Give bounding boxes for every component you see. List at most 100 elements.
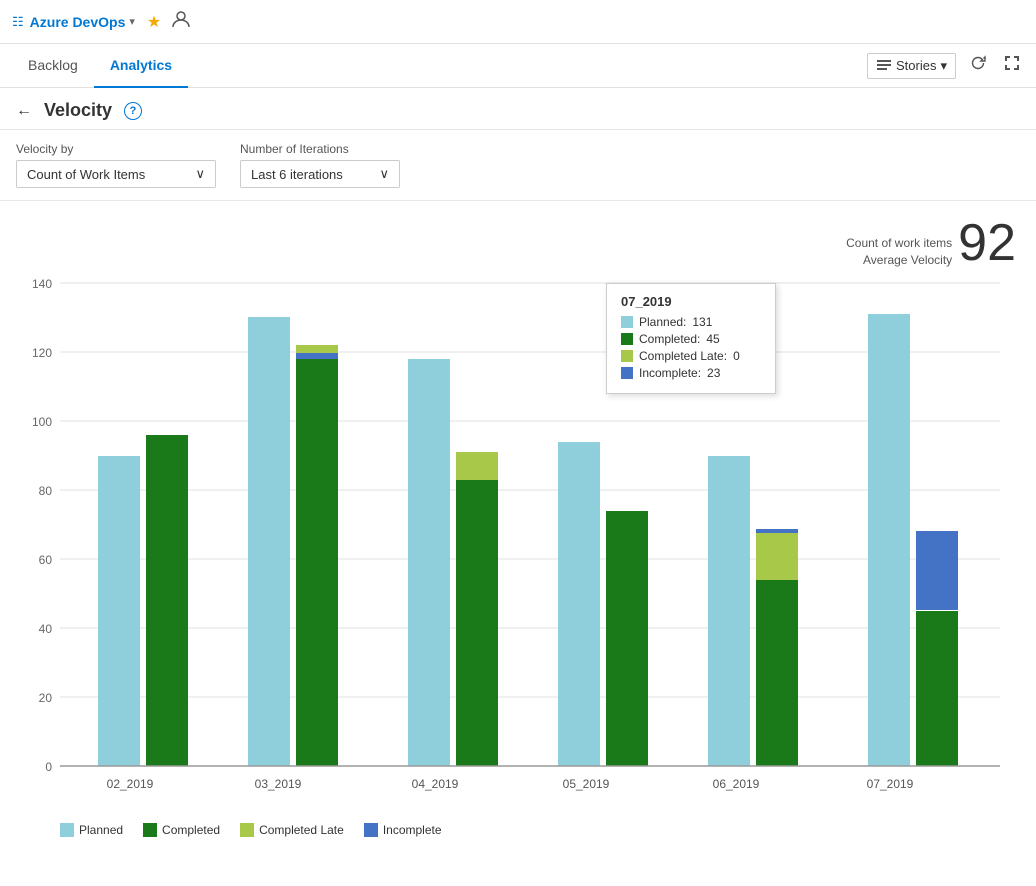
stories-button[interactable]: Stories ▾ [867,53,956,79]
velocity-by-value: Count of Work Items [27,167,145,182]
bar-incomplete-03_2019[interactable] [296,352,338,359]
tooltip-completed-row: Completed: 45 [621,332,761,346]
bar-completed-late-03_2019[interactable] [296,345,338,353]
fullscreen-icon [1004,55,1020,71]
svg-text:05_2019: 05_2019 [563,777,610,791]
tooltip-incomplete-val: 23 [707,366,720,380]
svg-text:20: 20 [39,691,53,705]
iterations-select[interactable]: Last 6 iterations ∨ [240,160,400,188]
chart-legend: Planned Completed Completed Late Incompl… [0,813,1036,849]
nav-tabs: Backlog Analytics Stories ▾ [0,44,1036,88]
refresh-button[interactable] [966,51,990,80]
svg-text:0: 0 [45,760,52,774]
iterations-filter: Number of Iterations Last 6 iterations ∨ [240,142,400,188]
svg-text:04_2019: 04_2019 [412,777,459,791]
bar-incomplete-06_2019[interactable] [756,529,798,533]
iterations-label: Number of Iterations [240,142,400,156]
svg-text:06_2019: 06_2019 [713,777,760,791]
tooltip-incomplete-row: Incomplete: 23 [621,366,761,380]
velocity-by-label: Velocity by [16,142,216,156]
legend-planned: Planned [60,823,123,837]
avg-velocity-label: Count of work itemsAverage Velocity [846,235,952,269]
tooltip-completed-late-swatch [621,350,633,362]
bar-completed-06_2019[interactable] [756,580,798,766]
chart-tooltip: 07_2019 Planned: 131 Completed: 45 Compl… [606,283,776,394]
tooltip-completed-late-label: Completed Late: [639,349,727,363]
velocity-by-select[interactable]: Count of Work Items ∨ [16,160,216,188]
bar-group-06_2019[interactable]: 06_2019 [708,456,798,791]
velocity-chart: 0 20 40 60 80 100 120 [20,273,1016,813]
bar-group-02_2019[interactable]: 02_2019 [98,435,188,791]
bar-planned-06_2019[interactable] [708,456,750,766]
tooltip-planned-row: Planned: 131 [621,315,761,329]
bar-completed-05_2019[interactable] [606,511,648,766]
tooltip-completed-val: 45 [706,332,719,346]
svg-text:02_2019: 02_2019 [107,777,154,791]
filters-row: Velocity by Count of Work Items ∨ Number… [0,130,1036,201]
tab-analytics[interactable]: Analytics [94,44,188,88]
tooltip-completed-late-val: 0 [733,349,740,363]
tooltip-planned-val: 131 [692,315,712,329]
bar-completed-02_2019[interactable] [146,435,188,766]
back-button[interactable]: ← [16,102,32,120]
tooltip-planned-swatch [621,316,633,328]
stories-icon [876,58,892,74]
legend-completed-late-swatch [240,823,254,837]
legend-planned-swatch [60,823,74,837]
bar-planned-03_2019[interactable] [248,317,290,766]
legend-planned-label: Planned [79,823,123,837]
svg-text:07_2019: 07_2019 [867,777,914,791]
bar-completed-03_2019[interactable] [296,355,338,766]
bar-planned-02_2019[interactable] [98,456,140,766]
tabs-right: Stories ▾ [867,51,1024,80]
svg-text:40: 40 [39,622,53,636]
chart-svg-container: 0 20 40 60 80 100 120 [20,273,1016,813]
legend-completed-late: Completed Late [240,823,344,837]
stories-chevron: ▾ [940,58,947,74]
svg-text:03_2019: 03_2019 [255,777,302,791]
legend-incomplete: Incomplete [364,823,442,837]
velocity-header: ← Velocity ? [0,88,1036,130]
iterations-chevron: ∨ [379,166,389,182]
page-title: Velocity [44,100,112,121]
bar-planned-05_2019[interactable] [558,442,600,766]
tab-list: Backlog Analytics [12,44,188,88]
bar-completed-04_2019[interactable] [456,480,498,766]
grid-icon: ☷ [12,14,24,30]
bar-group-03_2019[interactable]: 03_2019 [248,317,338,791]
bar-group-05_2019[interactable]: 05_2019 [558,442,648,791]
legend-completed-label: Completed [162,823,220,837]
svg-text:60: 60 [39,553,53,567]
bar-completed-late-04_2019[interactable] [456,452,498,480]
bar-completed-07_2019[interactable] [916,611,958,766]
tooltip-completed-label: Completed: [639,332,700,346]
iterations-value: Last 6 iterations [251,167,343,182]
tooltip-sprint: 07_2019 [621,294,761,309]
tooltip-completed-swatch [621,333,633,345]
help-icon[interactable]: ? [124,102,142,120]
bar-group-07_2019[interactable]: 07_2019 [867,314,958,791]
svg-text:140: 140 [32,277,52,291]
chart-area: Count of work itemsAverage Velocity 92 0… [0,201,1036,813]
person-icon[interactable] [171,9,191,34]
tooltip-incomplete-swatch [621,367,633,379]
legend-completed-late-label: Completed Late [259,823,344,837]
bar-planned-04_2019[interactable] [408,359,450,766]
top-bar: ☷ Azure DevOps ▾ ★ [0,0,1036,44]
tooltip-incomplete-label: Incomplete: [639,366,701,380]
svg-text:100: 100 [32,415,52,429]
svg-text:80: 80 [39,484,53,498]
bar-planned-07_2019[interactable] [868,314,910,766]
favorites-icon[interactable]: ★ [147,12,161,32]
legend-incomplete-label: Incomplete [383,823,442,837]
tab-backlog[interactable]: Backlog [12,44,94,88]
bar-group-04_2019[interactable]: 04_2019 [408,359,498,791]
velocity-by-filter: Velocity by Count of Work Items ∨ [16,142,216,188]
avg-velocity-value: 92 [958,217,1016,269]
velocity-by-chevron: ∨ [195,166,205,182]
fullscreen-button[interactable] [1000,51,1024,80]
bar-incomplete-07_2019[interactable] [916,531,958,610]
bar-completed-late-06_2019[interactable] [756,532,798,580]
app-chevron[interactable]: ▾ [129,15,135,28]
svg-text:120: 120 [32,346,52,360]
